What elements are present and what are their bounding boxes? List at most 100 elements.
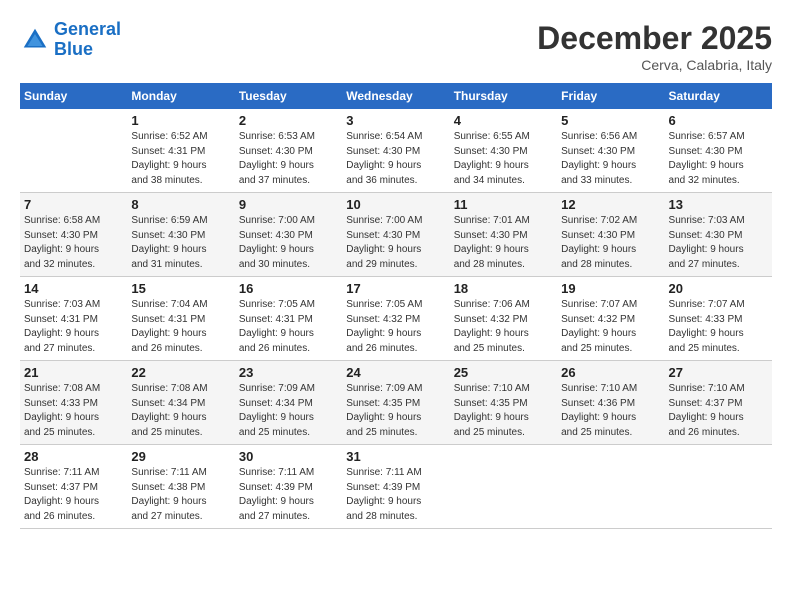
day-number: 22 — [131, 365, 230, 380]
weekday-header: Friday — [557, 83, 664, 109]
calendar-cell: 28 Sunrise: 7:11 AM Sunset: 4:37 PM Dayli… — [20, 445, 127, 529]
logo-general: General — [54, 19, 121, 39]
calendar-cell: 7Sunrise: 6:58 AM Sunset: 4:30 PM Daylig… — [20, 193, 127, 277]
day-info: Sunrise: 6:54 AM Sunset: 4:30 PM Dayligh… — [346, 130, 445, 188]
calendar-cell: 24Sunrise: 7:09 AM Sunset: 4:35 PM Dayli… — [342, 361, 449, 445]
day-info: Sunrise: 7:05 AM Sunset: 4:32 PM Dayligh… — [346, 298, 445, 356]
calendar-cell: 19 Sunrise: 7:07 AM Sunset: 4:32 PM Dayli… — [557, 277, 664, 361]
calendar-week-row: 1 Sunrise: 6:52 AM Sunset: 4:31 PM Daylig… — [20, 109, 772, 193]
day-number: 25 — [454, 365, 553, 380]
day-info: Sunrise: 7:09 AM Sunset: 4:35 PM Dayligh… — [346, 382, 445, 440]
day-info: Sunrise: 6:57 AM Sunset: 4:30 PM Dayligh… — [669, 130, 768, 188]
day-info: Sunrise: 7:10 AM Sunset: 4:35 PM Dayligh… — [454, 382, 553, 440]
day-number: 17 — [346, 281, 445, 296]
calendar-cell: 2 Sunrise: 6:53 AM Sunset: 4:30 PM Daylig… — [235, 109, 342, 193]
calendar-cell: 1 Sunrise: 6:52 AM Sunset: 4:31 PM Daylig… — [127, 109, 234, 193]
day-info: Sunrise: 6:53 AM Sunset: 4:30 PM Dayligh… — [239, 130, 338, 188]
weekday-row: SundayMondayTuesdayWednesdayThursdayFrid… — [20, 83, 772, 109]
day-number: 13 — [669, 197, 768, 212]
day-number: 31 — [346, 449, 445, 464]
day-info: Sunrise: 7:07 AM Sunset: 4:33 PM Dayligh… — [669, 298, 768, 356]
day-number: 15 — [131, 281, 230, 296]
title-block: December 2025 Cerva, Calabria, Italy — [537, 20, 772, 73]
calendar-cell: 30 Sunrise: 7:11 AM Sunset: 4:39 PM Dayli… — [235, 445, 342, 529]
calendar-table: SundayMondayTuesdayWednesdayThursdayFrid… — [20, 83, 772, 529]
day-number: 21 — [24, 365, 123, 380]
logo-text: General Blue — [54, 20, 121, 60]
day-number: 1 — [131, 113, 230, 128]
day-number: 2 — [239, 113, 338, 128]
day-number: 6 — [669, 113, 768, 128]
location: Cerva, Calabria, Italy — [537, 57, 772, 73]
calendar-cell: 17 Sunrise: 7:05 AM Sunset: 4:32 PM Dayli… — [342, 277, 449, 361]
calendar-cell: 6 Sunrise: 6:57 AM Sunset: 4:30 PM Daylig… — [665, 109, 772, 193]
calendar-cell — [20, 109, 127, 193]
calendar-cell: 31 Sunrise: 7:11 AM Sunset: 4:39 PM Dayli… — [342, 445, 449, 529]
calendar-cell: 13 Sunrise: 7:03 AM Sunset: 4:30 PM Dayli… — [665, 193, 772, 277]
day-info: Sunrise: 7:00 AM Sunset: 4:30 PM Dayligh… — [239, 214, 338, 272]
day-info: Sunrise: 7:05 AM Sunset: 4:31 PM Dayligh… — [239, 298, 338, 356]
weekday-header: Tuesday — [235, 83, 342, 109]
day-info: Sunrise: 7:11 AM Sunset: 4:37 PM Dayligh… — [24, 466, 123, 524]
day-info: Sunrise: 6:58 AM Sunset: 4:30 PM Dayligh… — [24, 214, 123, 272]
calendar-cell: 3 Sunrise: 6:54 AM Sunset: 4:30 PM Daylig… — [342, 109, 449, 193]
weekday-header: Thursday — [450, 83, 557, 109]
day-number: 3 — [346, 113, 445, 128]
logo: General Blue — [20, 20, 121, 60]
day-number: 9 — [239, 197, 338, 212]
calendar-cell: 5Sunrise: 6:56 AM Sunset: 4:30 PM Daylig… — [557, 109, 664, 193]
calendar-cell: 18 Sunrise: 7:06 AM Sunset: 4:32 PM Dayli… — [450, 277, 557, 361]
day-number: 28 — [24, 449, 123, 464]
calendar-cell: 10 Sunrise: 7:00 AM Sunset: 4:30 PM Dayli… — [342, 193, 449, 277]
month-title: December 2025 — [537, 20, 772, 57]
calendar-cell — [557, 445, 664, 529]
calendar-cell: 15 Sunrise: 7:04 AM Sunset: 4:31 PM Dayli… — [127, 277, 234, 361]
day-number: 23 — [239, 365, 338, 380]
calendar-cell: 20 Sunrise: 7:07 AM Sunset: 4:33 PM Dayli… — [665, 277, 772, 361]
day-number: 30 — [239, 449, 338, 464]
day-number: 26 — [561, 365, 660, 380]
day-info: Sunrise: 7:11 AM Sunset: 4:39 PM Dayligh… — [346, 466, 445, 524]
calendar-body: 1 Sunrise: 6:52 AM Sunset: 4:31 PM Daylig… — [20, 109, 772, 529]
day-info: Sunrise: 7:03 AM Sunset: 4:30 PM Dayligh… — [669, 214, 768, 272]
calendar-cell: 27Sunrise: 7:10 AM Sunset: 4:37 PM Dayli… — [665, 361, 772, 445]
day-info: Sunrise: 7:03 AM Sunset: 4:31 PM Dayligh… — [24, 298, 123, 356]
day-info: Sunrise: 7:11 AM Sunset: 4:39 PM Dayligh… — [239, 466, 338, 524]
weekday-header: Sunday — [20, 83, 127, 109]
logo-icon — [20, 25, 50, 55]
day-number: 4 — [454, 113, 553, 128]
day-number: 12 — [561, 197, 660, 212]
calendar-cell: 9 Sunrise: 7:00 AM Sunset: 4:30 PM Daylig… — [235, 193, 342, 277]
weekday-header: Saturday — [665, 83, 772, 109]
logo-blue: Blue — [54, 39, 93, 59]
day-info: Sunrise: 7:06 AM Sunset: 4:32 PM Dayligh… — [454, 298, 553, 356]
day-number: 29 — [131, 449, 230, 464]
day-info: Sunrise: 6:52 AM Sunset: 4:31 PM Dayligh… — [131, 130, 230, 188]
day-number: 14 — [24, 281, 123, 296]
day-info: Sunrise: 7:04 AM Sunset: 4:31 PM Dayligh… — [131, 298, 230, 356]
calendar-header: SundayMondayTuesdayWednesdayThursdayFrid… — [20, 83, 772, 109]
day-number: 10 — [346, 197, 445, 212]
day-info: Sunrise: 7:08 AM Sunset: 4:33 PM Dayligh… — [24, 382, 123, 440]
day-info: Sunrise: 7:07 AM Sunset: 4:32 PM Dayligh… — [561, 298, 660, 356]
calendar-cell: 25 Sunrise: 7:10 AM Sunset: 4:35 PM Dayli… — [450, 361, 557, 445]
day-number: 19 — [561, 281, 660, 296]
calendar-week-row: 28 Sunrise: 7:11 AM Sunset: 4:37 PM Dayli… — [20, 445, 772, 529]
day-number: 20 — [669, 281, 768, 296]
calendar-cell: 29Sunrise: 7:11 AM Sunset: 4:38 PM Dayli… — [127, 445, 234, 529]
calendar-cell — [450, 445, 557, 529]
calendar-week-row: 7Sunrise: 6:58 AM Sunset: 4:30 PM Daylig… — [20, 193, 772, 277]
calendar-cell: 26 Sunrise: 7:10 AM Sunset: 4:36 PM Dayli… — [557, 361, 664, 445]
calendar-cell: 4Sunrise: 6:55 AM Sunset: 4:30 PM Daylig… — [450, 109, 557, 193]
day-number: 16 — [239, 281, 338, 296]
calendar-cell: 22Sunrise: 7:08 AM Sunset: 4:34 PM Dayli… — [127, 361, 234, 445]
day-info: Sunrise: 7:00 AM Sunset: 4:30 PM Dayligh… — [346, 214, 445, 272]
page-header: General Blue December 2025 Cerva, Calabr… — [20, 20, 772, 73]
calendar-cell: 23Sunrise: 7:09 AM Sunset: 4:34 PM Dayli… — [235, 361, 342, 445]
day-info: Sunrise: 7:10 AM Sunset: 4:36 PM Dayligh… — [561, 382, 660, 440]
day-number: 8 — [131, 197, 230, 212]
calendar-week-row: 14 Sunrise: 7:03 AM Sunset: 4:31 PM Dayli… — [20, 277, 772, 361]
calendar-cell: 14 Sunrise: 7:03 AM Sunset: 4:31 PM Dayli… — [20, 277, 127, 361]
day-info: Sunrise: 6:59 AM Sunset: 4:30 PM Dayligh… — [131, 214, 230, 272]
day-number: 18 — [454, 281, 553, 296]
